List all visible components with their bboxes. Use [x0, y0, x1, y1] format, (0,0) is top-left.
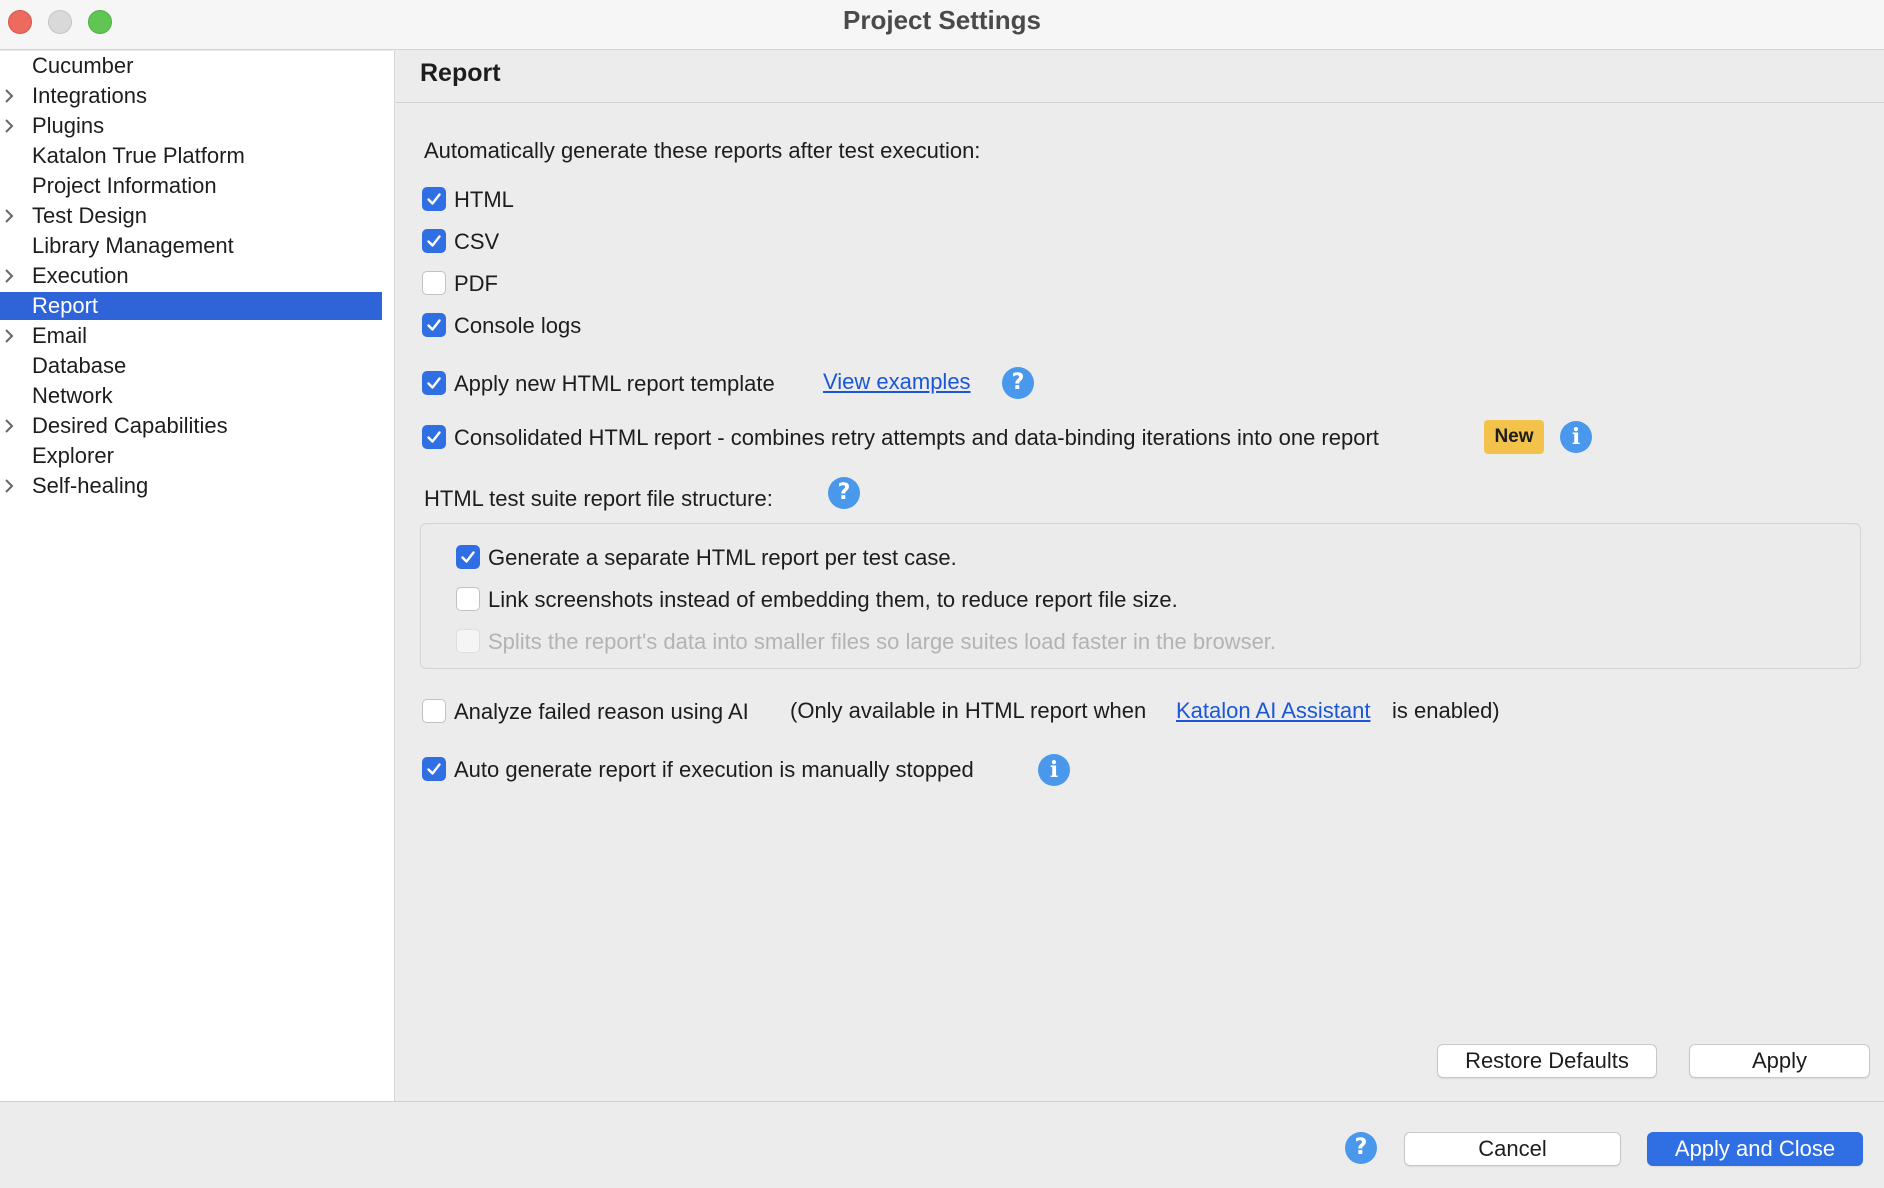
- console-logs-checkbox-label[interactable]: Console logs: [454, 312, 581, 340]
- sidebar-item-execution[interactable]: Execution: [0, 262, 382, 290]
- link-screenshots-label[interactable]: Link screenshots instead of embedding th…: [488, 586, 1178, 614]
- chevron-right-icon[interactable]: [3, 412, 21, 434]
- info-icon[interactable]: i: [1560, 421, 1592, 453]
- sidebar-item-label: Project Information: [32, 173, 217, 198]
- html-checkbox[interactable]: [422, 187, 446, 211]
- sidebar-item-cucumber[interactable]: Cucumber: [0, 52, 382, 80]
- help-icon[interactable]: ?: [1345, 1132, 1377, 1164]
- consolidated-report-checkbox[interactable]: [422, 425, 446, 449]
- sidebar-item-integrations[interactable]: Integrations: [0, 82, 382, 110]
- chevron-right-icon[interactable]: [3, 112, 21, 134]
- dialog-footer: ? Cancel Apply and Close: [0, 1101, 1884, 1188]
- sidebar-item-report[interactable]: Report: [0, 292, 382, 320]
- console-logs-checkbox[interactable]: [422, 313, 446, 337]
- sidebar-item-label: Integrations: [32, 83, 147, 108]
- sidebar-item-label: Plugins: [32, 113, 105, 138]
- sidebar-item-label: Explorer: [32, 443, 114, 468]
- structure-label: HTML test suite report file structure:: [424, 486, 773, 511]
- cancel-button[interactable]: Cancel: [1404, 1132, 1621, 1166]
- katalon-ai-assistant-link[interactable]: Katalon AI Assistant: [1176, 697, 1370, 725]
- sidebar-item-label: Library Management: [32, 233, 234, 258]
- page-title: Report: [420, 59, 501, 87]
- analyze-failed-reason-ai-label[interactable]: Analyze failed reason using AI: [454, 698, 749, 726]
- sidebar-item-label: Report: [32, 293, 99, 318]
- title-bar: Project Settings: [0, 0, 1884, 50]
- pdf-checkbox-label[interactable]: PDF: [454, 270, 498, 298]
- ai-note-suffix: is enabled): [1392, 698, 1500, 723]
- csv-checkbox[interactable]: [422, 229, 446, 253]
- analyze-failed-reason-ai-checkbox[interactable]: [422, 699, 446, 723]
- info-icon[interactable]: i: [1038, 754, 1070, 786]
- help-icon[interactable]: ?: [828, 477, 860, 509]
- csv-checkbox-label[interactable]: CSV: [454, 228, 499, 256]
- sidebar-item-database[interactable]: Database: [0, 352, 382, 380]
- sidebar-item-library-management[interactable]: Library Management: [0, 232, 382, 260]
- sidebar-item-project-information[interactable]: Project Information: [0, 172, 382, 200]
- project-settings-window: Project Settings Cucumber Integrations P…: [0, 0, 1884, 1188]
- pdf-checkbox[interactable]: [422, 271, 446, 295]
- sidebar-item-label: Cucumber: [32, 53, 134, 78]
- chevron-right-icon[interactable]: [3, 322, 21, 344]
- auto-generate-on-stop-checkbox[interactable]: [422, 757, 446, 781]
- apply-button[interactable]: Apply: [1689, 1044, 1870, 1078]
- sidebar-item-label: Network: [32, 383, 113, 408]
- sidebar-item-label: Test Design: [32, 203, 147, 228]
- chevron-right-icon[interactable]: [3, 82, 21, 104]
- ai-note-prefix: (Only available in HTML report when: [790, 698, 1147, 723]
- sidebar-item-network[interactable]: Network: [0, 382, 382, 410]
- new-badge: New: [1484, 420, 1544, 454]
- sidebar-item-label: Katalon True Platform: [32, 143, 245, 168]
- sidebar-item-test-design[interactable]: Test Design: [0, 202, 382, 230]
- settings-sidebar: Cucumber Integrations Plugins Katalon Tr…: [0, 51, 395, 1101]
- panel-header: Report: [396, 51, 1884, 103]
- html-checkbox-label[interactable]: HTML: [454, 186, 514, 214]
- split-report-data-label: Splits the report's data into smaller fi…: [488, 629, 1277, 654]
- apply-and-close-button[interactable]: Apply and Close: [1647, 1132, 1863, 1166]
- separate-report-per-test-case-label[interactable]: Generate a separate HTML report per test…: [488, 544, 957, 572]
- new-html-template-checkbox[interactable]: [422, 371, 446, 395]
- new-html-template-label[interactable]: Apply new HTML report template: [454, 370, 775, 398]
- sidebar-item-label: Email: [32, 323, 88, 348]
- sidebar-item-label: Execution: [32, 263, 129, 288]
- sidebar-item-email[interactable]: Email: [0, 322, 382, 350]
- link-screenshots-checkbox[interactable]: [456, 587, 480, 611]
- sidebar-item-label: Self-healing: [32, 473, 149, 498]
- consolidated-report-label[interactable]: Consolidated HTML report - combines retr…: [454, 424, 1379, 452]
- chevron-right-icon[interactable]: [3, 262, 21, 284]
- split-report-data-checkbox: [456, 629, 480, 653]
- window-title: Project Settings: [843, 5, 1041, 35]
- auto-generate-label: Automatically generate these reports aft…: [424, 138, 981, 163]
- view-examples-link[interactable]: View examples: [823, 368, 971, 396]
- sidebar-item-label: Desired Capabilities: [32, 413, 228, 438]
- help-icon[interactable]: ?: [1002, 367, 1034, 399]
- auto-generate-on-stop-label[interactable]: Auto generate report if execution is man…: [454, 756, 974, 784]
- sidebar-item-katalon-true-platform[interactable]: Katalon True Platform: [0, 142, 382, 170]
- separate-report-per-test-case-checkbox[interactable]: [456, 545, 480, 569]
- sidebar-item-desired-capabilities[interactable]: Desired Capabilities: [0, 412, 382, 440]
- sidebar-item-plugins[interactable]: Plugins: [0, 112, 382, 140]
- sidebar-item-label: Database: [32, 353, 127, 378]
- sidebar-item-self-healing[interactable]: Self-healing: [0, 472, 382, 500]
- restore-defaults-button[interactable]: Restore Defaults: [1437, 1044, 1657, 1078]
- chevron-right-icon[interactable]: [3, 472, 21, 494]
- report-settings-panel: Report Automatically generate these repo…: [396, 51, 1884, 1101]
- sidebar-item-explorer[interactable]: Explorer: [0, 442, 382, 470]
- chevron-right-icon[interactable]: [3, 202, 21, 224]
